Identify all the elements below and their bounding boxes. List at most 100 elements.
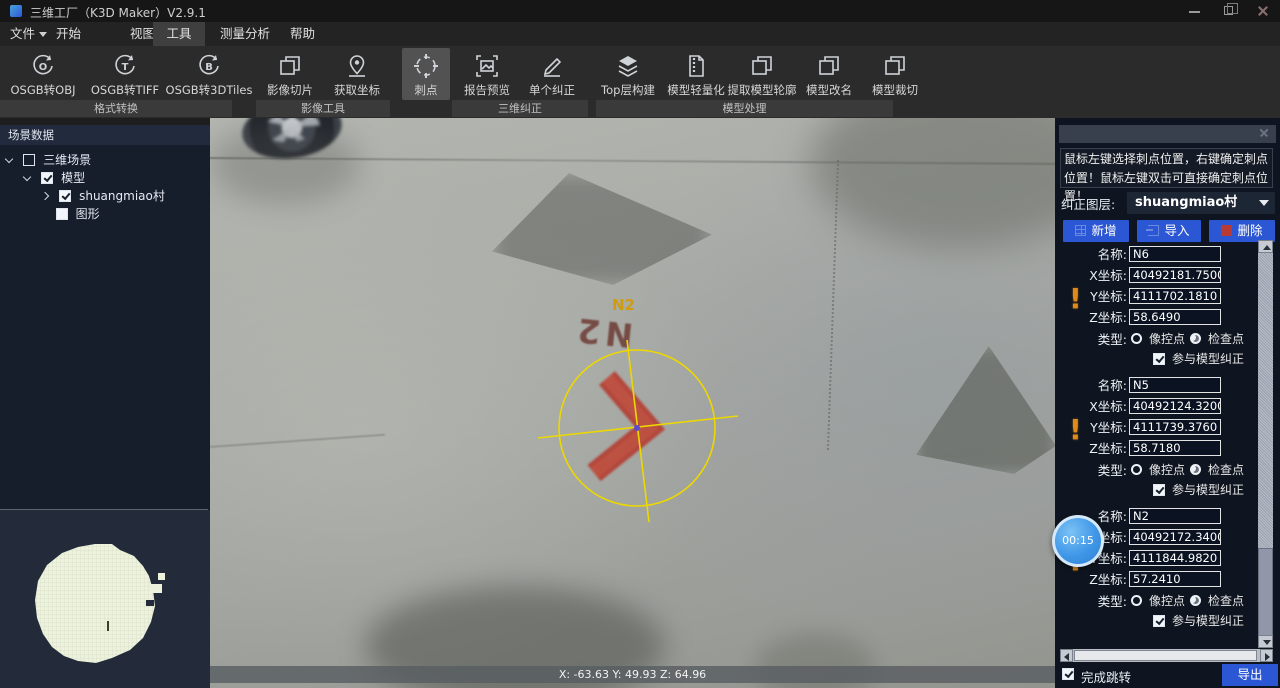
participate-checkbox[interactable]: [1153, 484, 1165, 496]
tree-item-shuangmiao[interactable]: shuangmiao村: [40, 187, 165, 205]
participate-checkbox[interactable]: [1153, 615, 1165, 627]
tool-label: OSGB转TIFF: [90, 83, 160, 97]
panel-bottom-row: 完成跳转 导出: [1055, 664, 1280, 688]
radio-check-point[interactable]: [1190, 595, 1201, 606]
arrow-right-icon: [1265, 653, 1270, 661]
name-input[interactable]: N6: [1129, 246, 1221, 262]
ribbon-group-3d-correct: 三维纠正: [452, 100, 588, 117]
tool-top-layer-build[interactable]: Top层构建: [592, 48, 664, 98]
name-label: 名称:: [1097, 378, 1127, 393]
control-point-block: ! 名称: N6 X坐标: 40492181.7500 Y坐标: 4111702.18…: [1055, 246, 1255, 372]
checkbox-graphics[interactable]: [56, 208, 68, 220]
name-input[interactable]: N2: [1129, 508, 1221, 524]
tool-report-preview[interactable]: 报告预览: [456, 48, 518, 98]
menu-start[interactable]: 开始: [48, 22, 89, 46]
radio-check-point[interactable]: [1190, 333, 1201, 344]
tool-prick-point[interactable]: 刺点: [402, 48, 450, 100]
radio-label: 像控点: [1149, 463, 1186, 477]
convert-obj-icon: O: [29, 52, 57, 80]
tool-osgb-to-3dtiles[interactable]: B OSGB转3DTiles: [162, 48, 256, 98]
tree-item-model[interactable]: 模型: [22, 169, 86, 187]
delete-icon: [1221, 225, 1233, 236]
model-footprint-minimap[interactable]: [0, 510, 210, 688]
horizontal-scrollbar-thumb[interactable]: [1074, 650, 1257, 661]
tool-extract-outline[interactable]: 提取模型轮廓: [719, 48, 805, 98]
scroll-down-button[interactable]: [1258, 635, 1273, 648]
tool-osgb-to-tiff[interactable]: T OSGB转TIFF: [85, 48, 165, 98]
window-title: 三维工厂（K3D Maker）V2.9.1: [30, 6, 206, 20]
menu-help[interactable]: 帮助: [282, 22, 323, 46]
add-button[interactable]: 新增: [1063, 220, 1129, 242]
tool-model-clip[interactable]: 模型裁切: [864, 48, 926, 98]
x-input[interactable]: 40492124.3200: [1129, 398, 1221, 414]
chevron-down-icon[interactable]: [4, 154, 14, 164]
convert-3dtiles-icon: B: [195, 52, 223, 80]
tool-get-coordinates[interactable]: 获取坐标: [324, 48, 390, 98]
participate-checkbox[interactable]: [1153, 353, 1165, 365]
ribbon-group-image-tools: 影像工具: [256, 100, 390, 117]
vertical-scrollbar-thumb[interactable]: [1258, 548, 1273, 636]
scroll-right-button[interactable]: [1260, 649, 1273, 662]
chevron-down-icon[interactable]: [22, 172, 32, 182]
checkbox-shuangmiao[interactable]: [59, 190, 72, 202]
name-input[interactable]: N5: [1129, 377, 1221, 393]
horizontal-scrollbar[interactable]: [1060, 649, 1273, 662]
radio-label: 像控点: [1149, 332, 1186, 346]
chevron-right-icon[interactable]: [40, 191, 50, 201]
instruction-text: 鼠标左键选择刺点位置，右键确定刺点位置！鼠标左键双击可直接确定刺点位置！: [1060, 148, 1273, 203]
z-input[interactable]: 57.2410: [1129, 571, 1221, 587]
tree-item-graphics[interactable]: 图形: [56, 205, 100, 223]
tool-label: Top层构建: [601, 83, 655, 97]
prick-point-marker[interactable]: [210, 118, 1055, 688]
scroll-left-button[interactable]: [1060, 649, 1073, 662]
correct-layer-row: 纠正图层: shuangmiao村: [1061, 192, 1275, 214]
scroll-up-button[interactable]: [1258, 240, 1273, 253]
tool-image-slice[interactable]: 影像切片: [256, 48, 324, 98]
delete-button[interactable]: 删除: [1209, 220, 1275, 242]
radio-label: 像控点: [1149, 594, 1186, 608]
layers-squares-icon: [881, 52, 909, 80]
x-label: X坐标:: [1089, 268, 1127, 283]
import-icon: [1146, 225, 1160, 236]
panel-title-bar[interactable]: [1059, 125, 1276, 143]
radio-image-control-point[interactable]: [1131, 595, 1142, 606]
tool-osgb-to-obj[interactable]: O OSGB转OBJ: [3, 48, 83, 98]
menu-measure-analysis[interactable]: 测量分析: [212, 22, 278, 46]
import-button[interactable]: 导入: [1137, 220, 1201, 242]
radio-image-control-point[interactable]: [1131, 333, 1142, 344]
menu-tools[interactable]: 工具: [153, 22, 205, 46]
checkbox-model[interactable]: [41, 172, 54, 184]
y-input[interactable]: 4111739.3760: [1129, 419, 1221, 435]
tool-model-rename[interactable]: 模型改名: [798, 48, 860, 98]
location-pin-icon: [343, 52, 371, 80]
ribbon-toolbar: O OSGB转OBJ T OSGB转TIFF B OSGB转3DTiles 影像…: [0, 46, 1280, 118]
panel-close-button[interactable]: [1258, 127, 1270, 139]
tree-item-3d-scene[interactable]: 三维场景: [4, 151, 91, 169]
tree-label: shuangmiao村: [79, 189, 165, 203]
z-input[interactable]: 58.6490: [1129, 309, 1221, 325]
marker-center-dot: [634, 425, 640, 431]
app-logo-icon: [10, 5, 22, 17]
maximize-button[interactable]: [1212, 0, 1246, 22]
checkbox-3d-scene[interactable]: [23, 154, 36, 166]
menu-bar: 文件 开始 视图 工具 测量分析 帮助: [0, 22, 1280, 46]
tool-single-correct[interactable]: 单个纠正: [521, 48, 583, 98]
y-label: Y坐标:: [1090, 289, 1127, 304]
export-button[interactable]: 导出: [1222, 664, 1278, 686]
z-input[interactable]: 58.7180: [1129, 440, 1221, 456]
layer-select[interactable]: shuangmiao村: [1127, 192, 1275, 214]
minimize-button[interactable]: [1178, 0, 1212, 22]
tree-label: 模型: [61, 171, 86, 185]
radio-image-control-point[interactable]: [1131, 464, 1142, 475]
close-button[interactable]: [1246, 0, 1280, 22]
image-viewport[interactable]: N2 N2 X: -63.63 Y: 49.93 Z: 64.96: [210, 118, 1055, 688]
radio-check-point[interactable]: [1190, 464, 1201, 475]
x-input[interactable]: 40492181.7500: [1129, 267, 1221, 283]
x-input[interactable]: 40492172.3400: [1129, 529, 1221, 545]
y-label: Y坐标:: [1090, 420, 1127, 435]
finish-jump-checkbox[interactable]: [1062, 668, 1074, 680]
svg-text:T: T: [122, 62, 129, 73]
svg-text:O: O: [39, 62, 48, 73]
y-input[interactable]: 4111702.1810: [1129, 288, 1221, 304]
y-input[interactable]: 4111844.9820: [1129, 550, 1221, 566]
